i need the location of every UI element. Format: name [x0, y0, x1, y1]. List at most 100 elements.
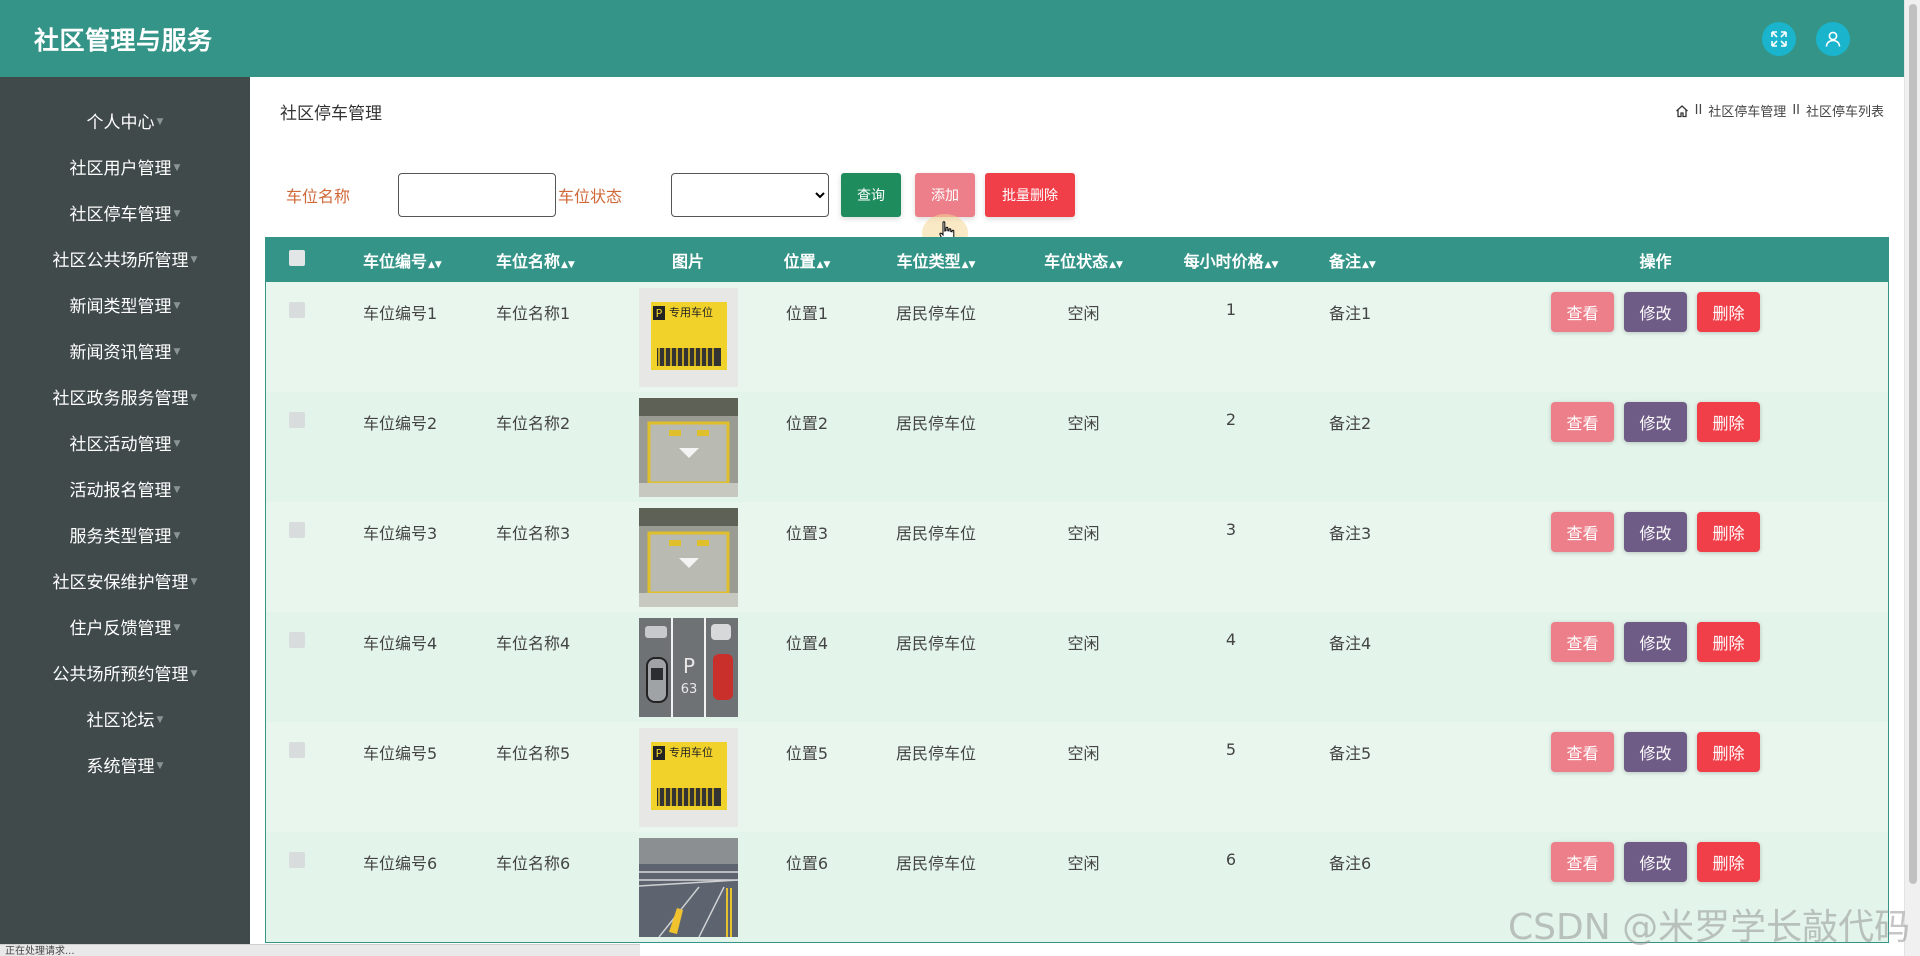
sidebar-item-label: 社区停车管理	[69, 204, 172, 225]
row-actions: 查看 修改 删除	[1421, 732, 1888, 772]
sidebar-item[interactable]: 社区公共场所管理 ▼	[0, 235, 250, 281]
delete-button[interactable]: 删除	[1697, 732, 1760, 772]
cell-code: 车位编号5	[363, 744, 438, 763]
th-location[interactable]: 位置▲▼	[758, 238, 856, 282]
sort-icon[interactable]: ▲▼	[1265, 260, 1279, 270]
sidebar-item[interactable]: 活动报名管理 ▼	[0, 465, 250, 511]
view-button[interactable]: 查看	[1551, 512, 1614, 552]
cell-code: 车位编号3	[363, 524, 438, 543]
cell-ops: 查看 修改 删除	[1421, 722, 1888, 832]
view-button[interactable]: 查看	[1551, 842, 1614, 882]
row-actions: 查看 修改 删除	[1421, 292, 1888, 332]
th-status[interactable]: 车位状态▲▼	[1016, 238, 1151, 282]
sort-icon[interactable]: ▲▼	[817, 260, 831, 270]
sort-icon[interactable]: ▲▼	[1109, 260, 1123, 270]
row-checkbox[interactable]	[289, 852, 305, 868]
delete-button[interactable]: 删除	[1697, 842, 1760, 882]
edit-button[interactable]: 修改	[1624, 402, 1687, 442]
sidebar-item[interactable]: 系统管理 ▼	[0, 741, 250, 787]
row-checkbox[interactable]	[289, 522, 305, 538]
th-code[interactable]: 车位编号▲▼	[328, 238, 478, 282]
row-checkbox[interactable]	[289, 302, 305, 318]
sidebar-item[interactable]: 社区政务服务管理 ▼	[0, 373, 250, 419]
row-checkbox[interactable]	[289, 412, 305, 428]
svg-text:专用车位: 专用车位	[669, 745, 713, 759]
row-actions: 查看 修改 删除	[1421, 622, 1888, 662]
delete-button[interactable]: 删除	[1697, 622, 1760, 662]
parking-photo[interactable]: P 专用车位	[638, 728, 738, 827]
row-checkbox[interactable]	[289, 742, 305, 758]
view-button[interactable]: 查看	[1551, 402, 1614, 442]
sidebar-item[interactable]: 个人中心 ▼	[0, 97, 250, 143]
sidebar-item[interactable]: 社区活动管理 ▼	[0, 419, 250, 465]
sidebar-item[interactable]: 社区停车管理 ▼	[0, 189, 250, 235]
th-name[interactable]: 车位名称▲▼	[478, 238, 618, 282]
cell-image: P 63	[618, 612, 758, 722]
parking-photo[interactable]	[638, 398, 738, 497]
sidebar-item-label: 新闻资讯管理	[69, 342, 172, 363]
sort-icon[interactable]: ▲▼	[428, 260, 442, 270]
sidebar-item[interactable]: 新闻类型管理 ▼	[0, 281, 250, 327]
batch-delete-button[interactable]: 批量删除	[985, 173, 1075, 217]
sidebar-item[interactable]: 服务类型管理 ▼	[0, 511, 250, 557]
view-button[interactable]: 查看	[1551, 622, 1614, 662]
sort-icon[interactable]: ▲▼	[561, 260, 575, 270]
view-button[interactable]: 查看	[1551, 292, 1614, 332]
edit-button[interactable]: 修改	[1624, 512, 1687, 552]
edit-button[interactable]: 修改	[1624, 292, 1687, 332]
select-all-checkbox[interactable]	[289, 250, 305, 266]
th-price[interactable]: 每小时价格▲▼	[1151, 238, 1311, 282]
breadcrumb-level1[interactable]: 社区停车管理	[1708, 101, 1786, 120]
parking-photo[interactable]: P 专用车位	[638, 288, 738, 387]
edit-button[interactable]: 修改	[1624, 732, 1687, 772]
sidebar-item-label: 住户反馈管理	[69, 618, 172, 639]
delete-button[interactable]: 删除	[1697, 292, 1760, 332]
parking-photo[interactable]: P 63	[638, 618, 738, 717]
user-avatar-icon[interactable]	[1816, 21, 1850, 56]
fullscreen-icon[interactable]	[1762, 21, 1796, 56]
sort-icon[interactable]: ▲▼	[1362, 260, 1376, 270]
sidebar-item[interactable]: 公共场所预约管理 ▼	[0, 649, 250, 695]
th-type[interactable]: 车位类型▲▼	[856, 238, 1016, 282]
caret-down-icon: ▼	[190, 393, 198, 403]
sidebar-item[interactable]: 社区论坛 ▼	[0, 695, 250, 741]
sidebar-item[interactable]: 新闻资讯管理 ▼	[0, 327, 250, 373]
caret-down-icon: ▼	[156, 715, 164, 725]
delete-button[interactable]: 删除	[1697, 512, 1760, 552]
cell-type: 居民停车位	[895, 304, 976, 323]
sort-icon[interactable]: ▲▼	[962, 260, 976, 270]
cell-image	[618, 832, 758, 942]
table-row: 车位编号5 车位名称5 P 专用车位 位置5 居民停车位 空闲 5 备注5 查看 修改 删除	[266, 722, 1888, 832]
delete-button[interactable]: 删除	[1697, 402, 1760, 442]
table-row: 车位编号1 车位名称1 P 专用车位 位置1 居民停车位 空闲 1 备注1 查看 修改 删除	[266, 282, 1888, 392]
parking-photo[interactable]	[638, 838, 738, 937]
sidebar-item-label: 公共场所预约管理	[52, 664, 189, 685]
cell-status: 空闲	[1067, 304, 1100, 323]
name-search-input[interactable]	[398, 173, 556, 217]
sidebar-item[interactable]: 社区用户管理 ▼	[0, 143, 250, 189]
vertical-scrollbar[interactable]	[1904, 0, 1920, 956]
sidebar-item[interactable]: 住户反馈管理 ▼	[0, 603, 250, 649]
view-button[interactable]: 查看	[1551, 732, 1614, 772]
status-select[interactable]	[671, 173, 829, 217]
caret-down-icon: ▼	[173, 531, 181, 541]
add-button[interactable]: 添加	[915, 173, 975, 217]
home-icon[interactable]	[1675, 104, 1689, 118]
row-checkbox[interactable]	[289, 632, 305, 648]
edit-button[interactable]: 修改	[1624, 842, 1687, 882]
th-note[interactable]: 备注▲▼	[1311, 238, 1421, 282]
query-button[interactable]: 查询	[841, 173, 901, 217]
svg-text:专用车位: 专用车位	[669, 305, 713, 319]
parking-photo[interactable]	[638, 508, 738, 607]
sidebar-item[interactable]: 社区安保维护管理 ▼	[0, 557, 250, 603]
sidebar-item-label: 新闻类型管理	[69, 296, 172, 317]
cell-price: 1	[1225, 300, 1237, 319]
sidebar-item-label: 活动报名管理	[69, 480, 172, 501]
edit-button[interactable]: 修改	[1624, 622, 1687, 662]
scrollbar-thumb[interactable]	[1909, 4, 1917, 884]
cell-name: 车位名称4	[496, 634, 571, 653]
cell-location: 位置5	[785, 744, 829, 763]
cell-type: 居民停车位	[895, 854, 976, 873]
cell-location: 位置2	[785, 414, 829, 433]
svg-text:P: P	[655, 747, 662, 760]
